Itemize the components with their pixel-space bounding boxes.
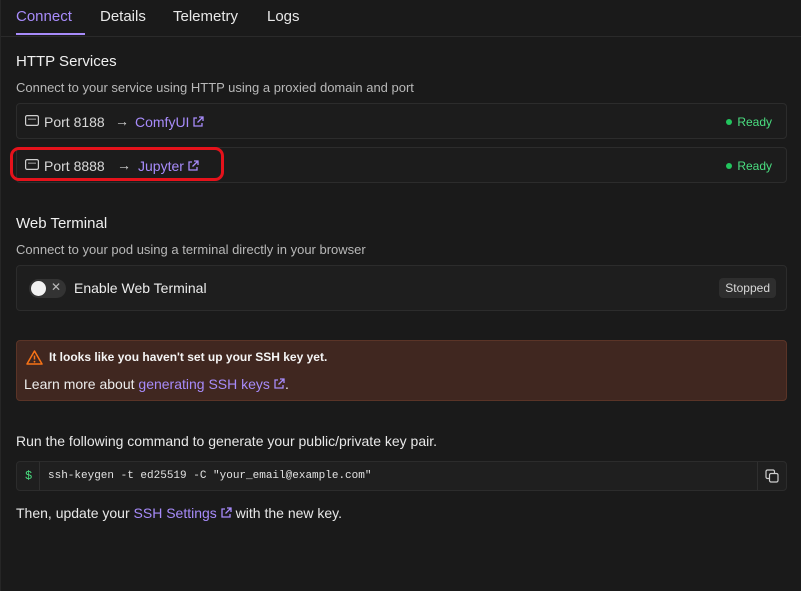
warning-text-suffix: . — [284, 376, 289, 392]
comfyui-link[interactable]: ComfyUI — [135, 114, 205, 130]
status-text: Ready — [737, 115, 772, 129]
warning-text: Learn more about generating SSH keys. — [24, 376, 289, 392]
shell-prompt: $ — [25, 469, 33, 483]
arrow-right-icon: → — [115, 113, 129, 129]
external-link-icon — [193, 116, 205, 127]
copy-icon[interactable] — [765, 469, 779, 483]
generating-ssh-keys-link[interactable]: generating SSH keys — [138, 376, 285, 392]
tab-telemetry[interactable]: Telemetry — [173, 8, 238, 25]
web-terminal-subtitle: Connect to your pod using a terminal dir… — [16, 242, 366, 257]
ssh-settings-link[interactable]: SSH Settings — [134, 505, 232, 521]
status-badge: Stopped — [719, 278, 776, 298]
web-terminal-toggle[interactable]: ✕ — [29, 279, 66, 298]
web-terminal-label: Enable Web Terminal — [74, 280, 207, 296]
keygen-instruction: Run the following command to generate yo… — [16, 433, 438, 449]
ethernet-port-icon — [25, 159, 39, 170]
tab-bar: Connect Details Telemetry Logs — [1, 0, 801, 37]
arrow-right-icon: → — [117, 157, 131, 173]
web-terminal-title: Web Terminal — [16, 215, 108, 232]
update-suffix: with the new key. — [231, 505, 343, 521]
status-badge: Ready — [726, 115, 772, 129]
external-link-icon — [188, 160, 199, 171]
external-link-icon — [274, 378, 285, 389]
close-icon: ✕ — [51, 280, 62, 294]
connect-panel: Connect Details Telemetry Logs HTTP Serv… — [0, 0, 801, 591]
http-services-subtitle: Connect to your service using HTTP using… — [16, 80, 414, 95]
ethernet-port-icon — [25, 115, 39, 126]
status-dot — [726, 163, 733, 169]
link-text: generating SSH keys — [138, 376, 270, 392]
service-name: ComfyUI — [135, 114, 190, 130]
tab-connect[interactable]: Connect — [16, 8, 72, 25]
status-badge: Ready — [726, 159, 772, 173]
divider — [39, 462, 40, 490]
jupyter-link[interactable]: Jupyter — [138, 158, 199, 174]
command-code-block: $ ssh-keygen -t ed25519 -C "your_email@e… — [16, 461, 787, 491]
web-terminal-row: ✕ Enable Web Terminal Stopped — [16, 265, 787, 311]
external-link-icon — [221, 507, 232, 518]
service-row-jupyter: Port 8888 → Jupyter Ready — [16, 147, 787, 183]
port-label: Port 8888 — [44, 158, 105, 174]
tab-details[interactable]: Details — [100, 8, 146, 25]
service-name: Jupyter — [138, 158, 184, 174]
status-text: Ready — [737, 159, 772, 173]
toggle-knob — [31, 281, 46, 296]
divider — [757, 462, 758, 490]
warning-triangle-icon — [26, 350, 43, 365]
port-label: Port 8188 — [44, 114, 105, 130]
http-services-title: HTTP Services — [16, 53, 117, 70]
update-prefix: Then, update your — [16, 505, 134, 521]
ssh-warning-alert: It looks like you haven't set up your SS… — [16, 340, 787, 401]
status-dot — [726, 119, 733, 125]
tab-logs[interactable]: Logs — [267, 8, 300, 25]
command-text[interactable]: ssh-keygen -t ed25519 -C "your_email@exa… — [48, 470, 371, 482]
link-text: SSH Settings — [133, 505, 217, 521]
warning-title: It looks like you haven't set up your SS… — [49, 350, 328, 364]
active-tab-indicator — [16, 33, 85, 35]
update-instruction: Then, update your SSH Settings with the … — [16, 505, 342, 521]
service-row-comfyui: Port 8188 → ComfyUI Ready — [16, 103, 787, 139]
warning-text-prefix: Learn more about — [24, 376, 139, 392]
